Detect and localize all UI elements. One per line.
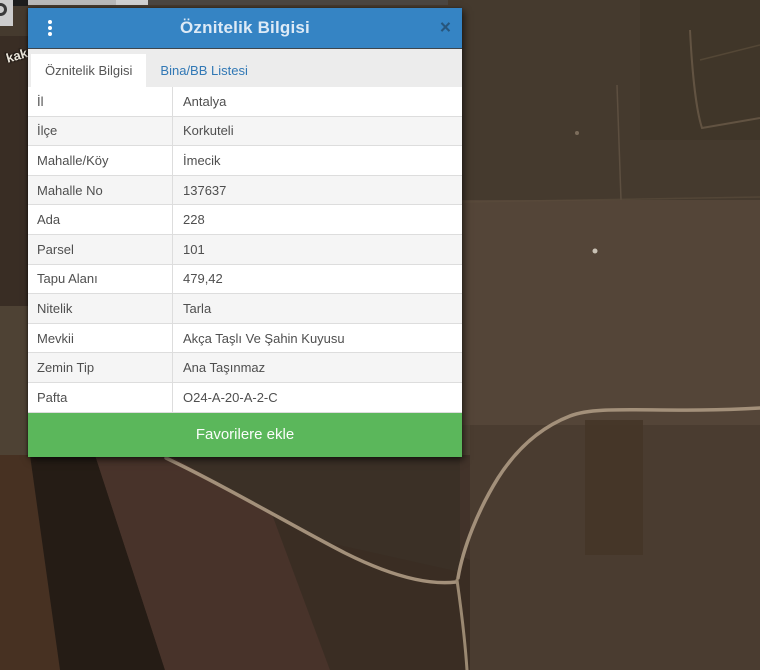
table-row: Tapu Alanı 479,42 [28, 264, 462, 295]
row-value: Tarla [183, 300, 212, 316]
row-label: Nitelik [28, 294, 173, 323]
row-value: 228 [183, 212, 205, 228]
top-bar-fragment-gray [28, 0, 116, 5]
top-bar-fragment-dark [148, 0, 448, 5]
row-value: 101 [183, 241, 205, 257]
row-label: Pafta [28, 382, 173, 412]
attribute-info-dialog: Öznitelik Bilgisi × Öznitelik Bilgisi Bi… [28, 8, 462, 457]
partial-tool-icon [0, 3, 7, 16]
table-row: İl Antalya [28, 87, 462, 117]
table-row: Mahalle/Köy İmecik [28, 146, 462, 176]
top-bar-fragment-gray2 [116, 0, 148, 5]
screen: kak Öznitelik Bilgisi × Öznitelik Bilgis… [0, 0, 760, 670]
top-bar-fragment-black [13, 0, 28, 6]
row-value: Antalya [183, 93, 227, 109]
table-row: Zemin Tip Ana Taşınmaz [28, 353, 462, 383]
row-value: O24-A-20-A-2-C [183, 389, 278, 405]
table-row: Pafta O24-A-20-A-2-C [28, 382, 462, 413]
table-row: Nitelik Tarla [28, 294, 462, 324]
row-label: Tapu Alanı [28, 264, 173, 294]
row-label: Zemin Tip [28, 353, 173, 382]
row-label: Parsel [28, 234, 173, 264]
row-value: Ana Taşınmaz [183, 360, 266, 376]
row-label: Ada [28, 205, 173, 234]
row-value: 137637 [183, 182, 227, 198]
add-to-favorites-button[interactable]: Favorilere ekle [28, 412, 462, 457]
kebab-menu-icon[interactable] [45, 17, 55, 39]
dialog-header: Öznitelik Bilgisi × [28, 8, 462, 48]
row-value: İmecik [183, 152, 221, 168]
table-row: İlçe Korkuteli [28, 116, 462, 147]
attribute-table: İl Antalya İlçe Korkuteli Mahalle/Köy İm… [28, 87, 462, 413]
table-row: Ada 228 [28, 205, 462, 235]
row-label: Mevkii [28, 323, 173, 353]
dialog-title: Öznitelik Bilgisi [180, 18, 310, 37]
tab-oznitelik-bilgisi[interactable]: Öznitelik Bilgisi [31, 54, 147, 87]
table-row: Parsel 101 [28, 234, 462, 265]
row-value: Akça Taşlı Ve Şahin Kuyusu [183, 330, 345, 346]
row-label: İlçe [28, 116, 173, 146]
close-icon[interactable]: × [440, 19, 451, 38]
row-label: Mahalle No [28, 175, 173, 205]
row-label: İl [28, 87, 173, 116]
tab-bina-bb-listesi[interactable]: Bina/BB Listesi [146, 54, 261, 87]
table-row: Mahalle No 137637 [28, 175, 462, 206]
row-value: Korkuteli [183, 123, 234, 139]
table-row: Mevkii Akça Taşlı Ve Şahin Kuyusu [28, 323, 462, 354]
row-value: 479,42 [183, 271, 223, 287]
partial-toolbar-button[interactable] [0, 0, 13, 26]
row-label: Mahalle/Köy [28, 146, 173, 175]
tab-bar: Öznitelik Bilgisi Bina/BB Listesi [28, 48, 462, 87]
